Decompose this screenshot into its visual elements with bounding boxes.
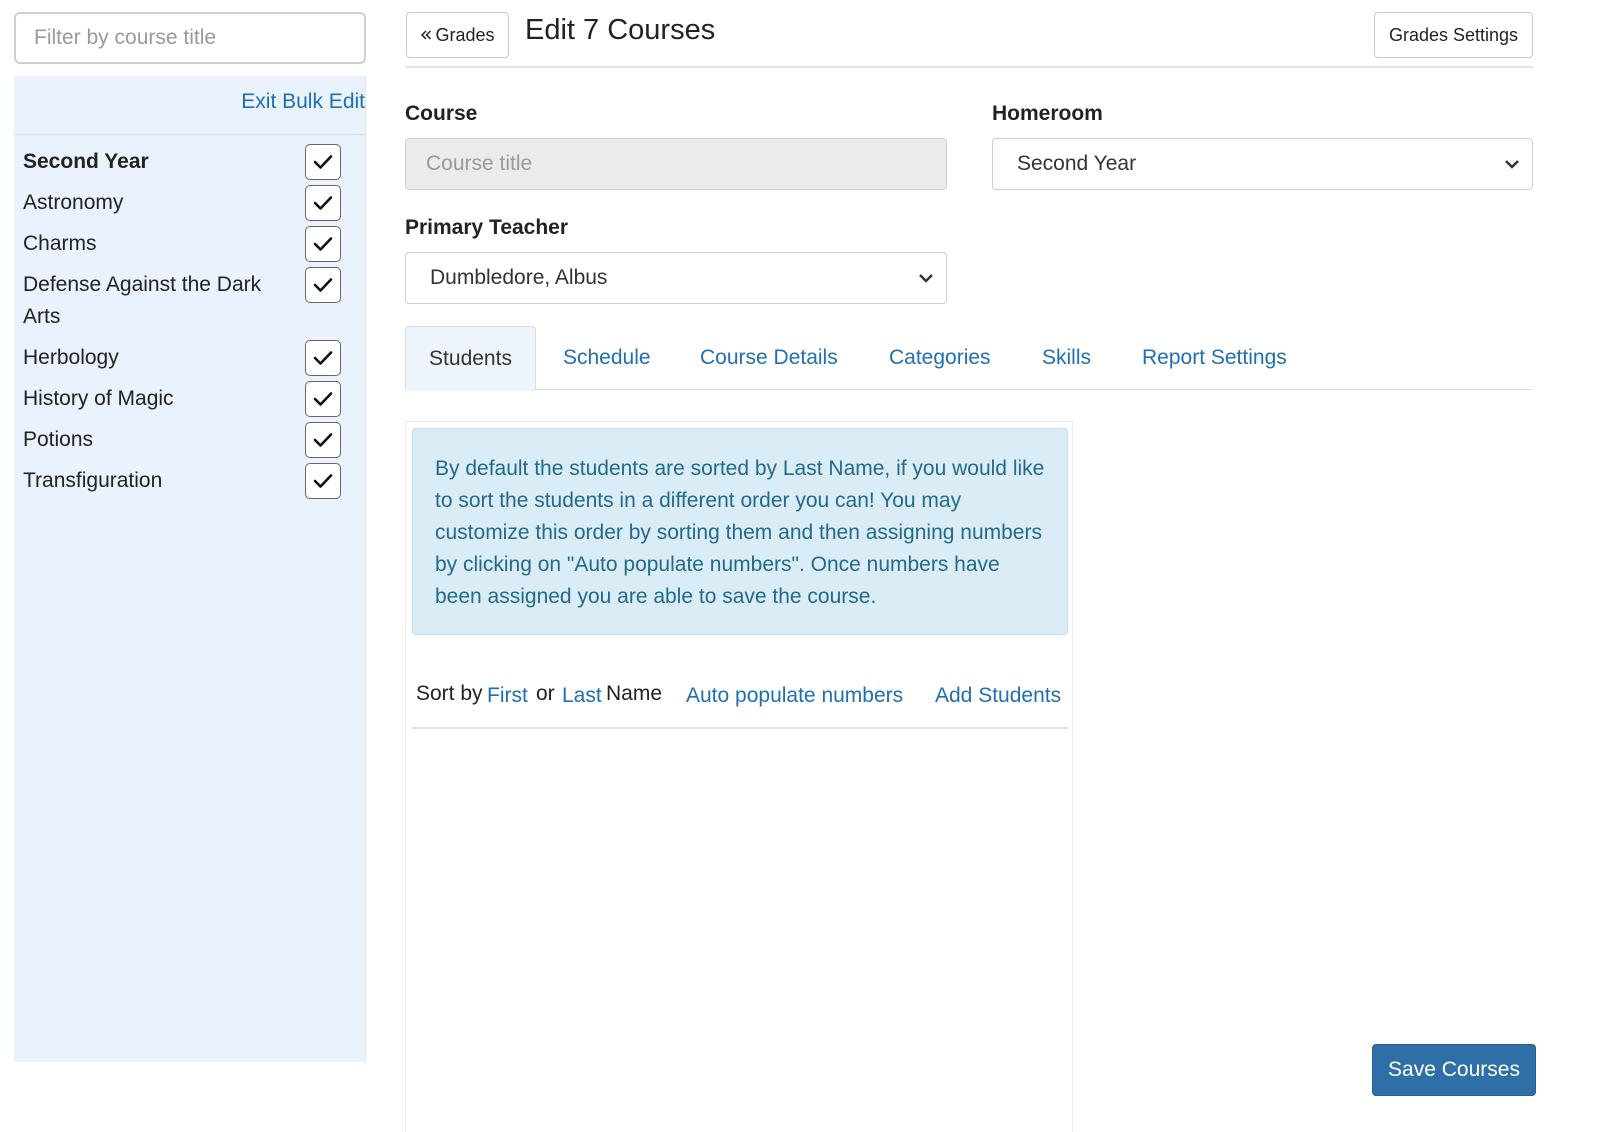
course-checkbox[interactable] bbox=[305, 144, 341, 180]
course-checkbox[interactable] bbox=[305, 185, 341, 221]
tab-skills[interactable]: Skills bbox=[1042, 326, 1091, 390]
auto-populate-numbers-link[interactable]: Auto populate numbers bbox=[686, 684, 903, 708]
homeroom-label: Homeroom bbox=[992, 102, 1103, 125]
course-item-astronomy[interactable]: Astronomy bbox=[14, 185, 365, 228]
double-chevron-left-icon bbox=[421, 30, 432, 40]
add-students-link[interactable]: Add Students bbox=[935, 684, 1061, 708]
homeroom-value: Second Year bbox=[1017, 152, 1137, 175]
homeroom-select[interactable]: Second Year bbox=[992, 138, 1533, 190]
header-divider bbox=[405, 66, 1533, 68]
check-icon bbox=[313, 433, 333, 447]
chevron-down-icon bbox=[1505, 160, 1519, 169]
check-icon bbox=[313, 351, 333, 365]
course-item-label: Astronomy bbox=[23, 191, 124, 214]
students-panel: By default the students are sorted by La… bbox=[405, 421, 1073, 1132]
course-item-label: History of Magic bbox=[23, 387, 174, 410]
primary-teacher-select[interactable]: Dumbledore, Albus bbox=[405, 252, 947, 304]
course-tabs: Students Schedule Course Details Categor… bbox=[405, 326, 1533, 391]
back-button-label: Grades bbox=[435, 24, 495, 45]
tab-report-settings[interactable]: Report Settings bbox=[1142, 326, 1287, 390]
tab-schedule[interactable]: Schedule bbox=[563, 326, 651, 390]
check-icon bbox=[313, 278, 333, 292]
course-list: Second Year Astronomy Charms Defense Aga… bbox=[14, 144, 365, 506]
course-item-history-of-magic[interactable]: History of Magic bbox=[14, 381, 365, 424]
grades-settings-button[interactable]: Grades Settings bbox=[1374, 12, 1533, 58]
course-item-label: Herbology bbox=[23, 346, 119, 369]
save-courses-button[interactable]: Save Courses bbox=[1372, 1044, 1536, 1096]
check-icon bbox=[313, 237, 333, 251]
course-item-label: Potions bbox=[23, 428, 94, 451]
course-item-label: Second Year bbox=[23, 150, 149, 173]
sort-or-label: or bbox=[536, 682, 555, 705]
chevron-down-icon bbox=[919, 274, 933, 283]
course-item-label: Charms bbox=[23, 232, 97, 255]
course-checkbox[interactable] bbox=[305, 267, 341, 303]
primary-teacher-label: Primary Teacher bbox=[405, 216, 569, 239]
page-title: Edit 7 Courses bbox=[525, 14, 716, 46]
course-item-label: Transfiguration bbox=[23, 469, 163, 492]
check-icon bbox=[313, 474, 333, 488]
course-item-transfiguration[interactable]: Transfiguration bbox=[14, 463, 365, 506]
check-icon bbox=[313, 196, 333, 210]
course-checkbox[interactable] bbox=[305, 422, 341, 458]
sort-toolbar: Sort by First or Last Name Auto populate… bbox=[416, 680, 1066, 720]
sidebar-divider bbox=[14, 134, 365, 135]
course-item-label: Defense Against the Dark Arts bbox=[23, 273, 262, 328]
back-to-grades-button[interactable]: Grades bbox=[406, 12, 509, 58]
exit-bulk-edit-link[interactable]: Exit Bulk Edit bbox=[241, 90, 365, 114]
sort-by-label: Sort by bbox=[416, 682, 483, 705]
sort-first-name-link[interactable]: First bbox=[487, 684, 528, 708]
course-item-second-year[interactable]: Second Year bbox=[14, 144, 365, 187]
course-filter-input[interactable] bbox=[14, 12, 366, 64]
sort-last-name-link[interactable]: Last bbox=[562, 684, 602, 708]
primary-teacher-value: Dumbledore, Albus bbox=[430, 266, 608, 289]
tab-categories[interactable]: Categories bbox=[889, 326, 991, 390]
course-item-charms[interactable]: Charms bbox=[14, 226, 365, 269]
tab-students[interactable]: Students bbox=[405, 326, 536, 391]
course-title-input: Course title bbox=[405, 138, 947, 190]
sort-name-label: Name bbox=[606, 682, 663, 705]
course-item-herbology[interactable]: Herbology bbox=[14, 340, 365, 383]
course-checkbox[interactable] bbox=[305, 340, 341, 376]
course-item-potions[interactable]: Potions bbox=[14, 422, 365, 465]
tab-course-details[interactable]: Course Details bbox=[700, 326, 838, 390]
check-icon bbox=[313, 155, 333, 169]
course-label: Course bbox=[405, 102, 478, 125]
students-list-divider bbox=[412, 727, 1068, 729]
sort-info-alert: By default the students are sorted by La… bbox=[412, 428, 1068, 635]
course-checkbox[interactable] bbox=[305, 463, 341, 499]
course-sidebar: Exit Bulk Edit Second Year Astronomy Cha… bbox=[14, 76, 366, 1062]
course-item-defense-against-the-dark-arts[interactable]: Defense Against the Dark Arts bbox=[14, 267, 365, 342]
course-checkbox[interactable] bbox=[305, 381, 341, 417]
check-icon bbox=[313, 392, 333, 406]
course-checkbox[interactable] bbox=[305, 226, 341, 262]
